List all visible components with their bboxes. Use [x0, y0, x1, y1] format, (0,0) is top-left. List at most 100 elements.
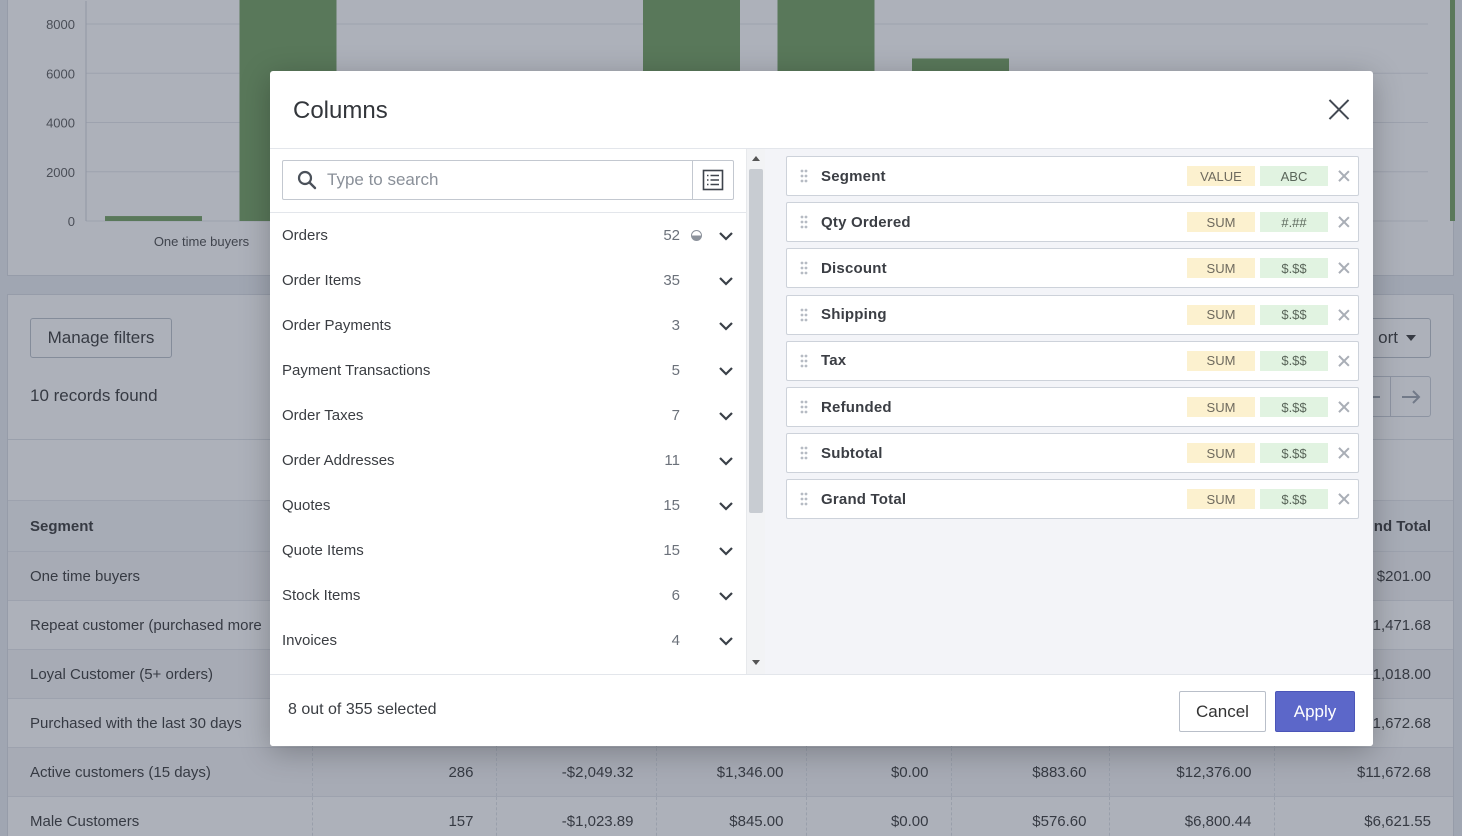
selected-column-discount[interactable]: Discount SUM $.$$ — [786, 248, 1359, 289]
drag-handle-icon[interactable] — [787, 261, 821, 275]
remove-icon[interactable] — [1330, 489, 1358, 509]
search-box — [282, 160, 734, 200]
group-count: 52 — [663, 227, 680, 244]
column-label: Refunded — [821, 398, 892, 416]
selected-column-subtotal[interactable]: Subtotal SUM $.$$ — [786, 433, 1359, 474]
column-group-orders[interactable]: Orders 52 — [270, 213, 748, 258]
format-badge[interactable]: $.$$ — [1260, 258, 1328, 279]
group-count: 3 — [671, 317, 680, 334]
aggregation-badge[interactable]: SUM — [1187, 212, 1255, 233]
column-group-order-addresses[interactable]: Order Addresses 11 — [270, 438, 748, 483]
chevron-down-icon[interactable] — [704, 276, 748, 286]
chevron-down-icon[interactable] — [704, 366, 748, 376]
dialog-header: Columns — [270, 71, 1373, 149]
drag-handle-icon[interactable] — [787, 446, 821, 460]
search-input[interactable] — [327, 161, 687, 199]
selected-column-qty-ordered[interactable]: Qty Ordered SUM #.## — [786, 202, 1359, 243]
chevron-down-icon[interactable] — [704, 501, 748, 511]
chevron-down-icon[interactable] — [704, 231, 748, 241]
selected-column-grand-total[interactable]: Grand Total SUM $.$$ — [786, 479, 1359, 520]
cancel-button[interactable]: Cancel — [1179, 691, 1266, 732]
chevron-down-icon[interactable] — [704, 591, 748, 601]
aggregation-badge[interactable]: SUM — [1187, 443, 1255, 464]
drag-handle-icon[interactable] — [787, 492, 821, 506]
column-label: Segment — [821, 167, 886, 185]
aggregation-badge[interactable]: SUM — [1187, 489, 1255, 510]
column-label: Qty Ordered — [821, 213, 911, 231]
format-badge[interactable]: $.$$ — [1260, 489, 1328, 510]
partial-selection-icon — [688, 230, 704, 241]
group-label: Payment Transactions — [282, 362, 431, 379]
scroll-thumb[interactable] — [749, 169, 763, 513]
column-group-order-payments[interactable]: Order Payments 3 — [270, 303, 748, 348]
remove-icon[interactable] — [1330, 258, 1358, 278]
group-count: 5 — [671, 362, 680, 379]
drag-handle-icon[interactable] — [787, 215, 821, 229]
column-group-invoices[interactable]: Invoices 4 — [270, 618, 748, 663]
aggregation-badge[interactable]: SUM — [1187, 350, 1255, 371]
scroll-up-icon[interactable] — [752, 156, 760, 161]
aggregation-badge[interactable]: SUM — [1187, 258, 1255, 279]
group-label: Order Payments — [282, 317, 392, 334]
column-label: Subtotal — [821, 444, 883, 462]
aggregation-badge[interactable]: VALUE — [1187, 166, 1255, 186]
close-icon[interactable] — [1327, 97, 1351, 121]
drag-handle-icon[interactable] — [787, 308, 821, 322]
remove-icon[interactable] — [1330, 212, 1358, 232]
selected-column-segment[interactable]: Segment VALUE ABC — [786, 156, 1359, 196]
column-group-order-items[interactable]: Order Items 35 — [270, 258, 748, 303]
chevron-down-icon[interactable] — [704, 636, 748, 646]
column-label: Grand Total — [821, 490, 907, 508]
group-count: 6 — [671, 587, 680, 604]
group-label: Stock Items — [282, 587, 361, 604]
remove-icon[interactable] — [1330, 166, 1358, 186]
remove-icon[interactable] — [1330, 397, 1358, 417]
scrollbar[interactable] — [746, 149, 765, 674]
column-group-order-taxes[interactable]: Order Taxes 7 — [270, 393, 748, 438]
column-group-payment-transactions[interactable]: Payment Transactions 5 — [270, 348, 748, 393]
list-view-toggle[interactable] — [692, 161, 733, 199]
selection-count: 8 out of 355 selected — [288, 701, 437, 718]
group-count: 11 — [664, 452, 680, 469]
chevron-down-icon[interactable] — [704, 321, 748, 331]
format-badge[interactable]: $.$$ — [1260, 443, 1328, 464]
selected-column-tax[interactable]: Tax SUM $.$$ — [786, 340, 1359, 381]
remove-icon[interactable] — [1330, 305, 1358, 325]
selected-column-refunded[interactable]: Refunded SUM $.$$ — [786, 387, 1359, 427]
chevron-down-icon[interactable] — [704, 546, 748, 556]
dialog-title: Columns — [293, 97, 388, 124]
group-label: Invoices — [282, 632, 338, 649]
group-count: 35 — [663, 272, 680, 289]
selected-column-shipping[interactable]: Shipping SUM $.$$ — [786, 294, 1359, 335]
format-badge[interactable]: $.$$ — [1260, 304, 1328, 325]
group-count: 15 — [663, 542, 680, 559]
format-badge[interactable]: #.## — [1260, 212, 1328, 233]
format-badge[interactable]: $.$$ — [1260, 397, 1328, 417]
scroll-down-icon[interactable] — [752, 660, 760, 665]
column-group-list: Orders 52 Order Items 35 Order Payments 3 Paym… — [270, 213, 748, 663]
column-group-quote-items[interactable]: Quote Items 15 — [270, 528, 748, 573]
apply-button[interactable]: Apply — [1275, 691, 1355, 732]
format-badge[interactable]: $.$$ — [1260, 350, 1328, 371]
group-label: Quotes — [282, 497, 331, 514]
column-label: Tax — [821, 352, 847, 370]
group-count: 4 — [671, 632, 680, 649]
aggregation-badge[interactable]: SUM — [1187, 397, 1255, 417]
list-icon — [702, 169, 724, 191]
column-group-stock-items[interactable]: Stock Items 6 — [270, 573, 748, 618]
drag-handle-icon[interactable] — [787, 400, 821, 414]
dialog-footer: 8 out of 355 selected Cancel Apply — [270, 674, 1373, 746]
column-label: Shipping — [821, 306, 887, 324]
group-label: Orders — [282, 227, 328, 244]
remove-icon[interactable] — [1330, 351, 1358, 371]
drag-handle-icon[interactable] — [787, 169, 821, 183]
group-label: Order Items — [282, 272, 362, 289]
chevron-down-icon[interactable] — [704, 411, 748, 421]
drag-handle-icon[interactable] — [787, 354, 821, 368]
format-badge[interactable]: ABC — [1260, 166, 1328, 186]
aggregation-badge[interactable]: SUM — [1187, 304, 1255, 325]
column-group-quotes[interactable]: Quotes 15 — [270, 483, 748, 528]
remove-icon[interactable] — [1330, 443, 1358, 463]
chevron-down-icon[interactable] — [704, 456, 748, 466]
column-label: Discount — [821, 259, 887, 277]
